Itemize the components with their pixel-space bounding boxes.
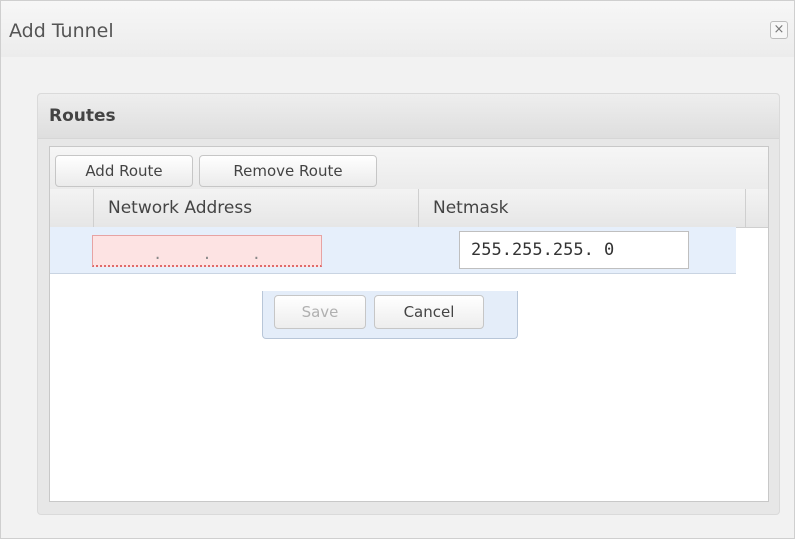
table-row-editing[interactable]: . . . 255.255.255. 0 bbox=[50, 227, 736, 274]
routes-toolbar: Add Route Remove Route bbox=[50, 147, 768, 190]
add-tunnel-dialog: Add Tunnel × Routes Add Route Remove Rou… bbox=[0, 0, 795, 539]
network-address-input[interactable]: . . . bbox=[92, 235, 322, 267]
save-button[interactable]: Save bbox=[274, 295, 366, 329]
row-selector-header bbox=[50, 189, 94, 227]
ip-separator: . bbox=[154, 242, 161, 264]
dialog-title: Add Tunnel bbox=[9, 20, 114, 42]
remove-route-button[interactable]: Remove Route bbox=[199, 155, 377, 187]
ip-separator: . bbox=[253, 242, 260, 264]
add-route-button[interactable]: Add Route bbox=[55, 155, 193, 187]
close-icon[interactable]: × bbox=[770, 21, 788, 39]
routes-panel-header: Routes bbox=[38, 94, 779, 139]
column-header-netmask[interactable]: Netmask bbox=[419, 189, 746, 227]
netmask-input[interactable]: 255.255.255. 0 bbox=[459, 231, 689, 269]
grid-header-row: Network Address Netmask bbox=[50, 189, 768, 228]
row-editor-actions: Save Cancel bbox=[262, 291, 518, 339]
column-header-network-address[interactable]: Network Address bbox=[94, 189, 419, 227]
dialog-titlebar: Add Tunnel × bbox=[1, 1, 794, 57]
ip-separator: . bbox=[204, 242, 210, 264]
routes-title: Routes bbox=[49, 106, 116, 126]
cancel-button[interactable]: Cancel bbox=[374, 295, 484, 329]
